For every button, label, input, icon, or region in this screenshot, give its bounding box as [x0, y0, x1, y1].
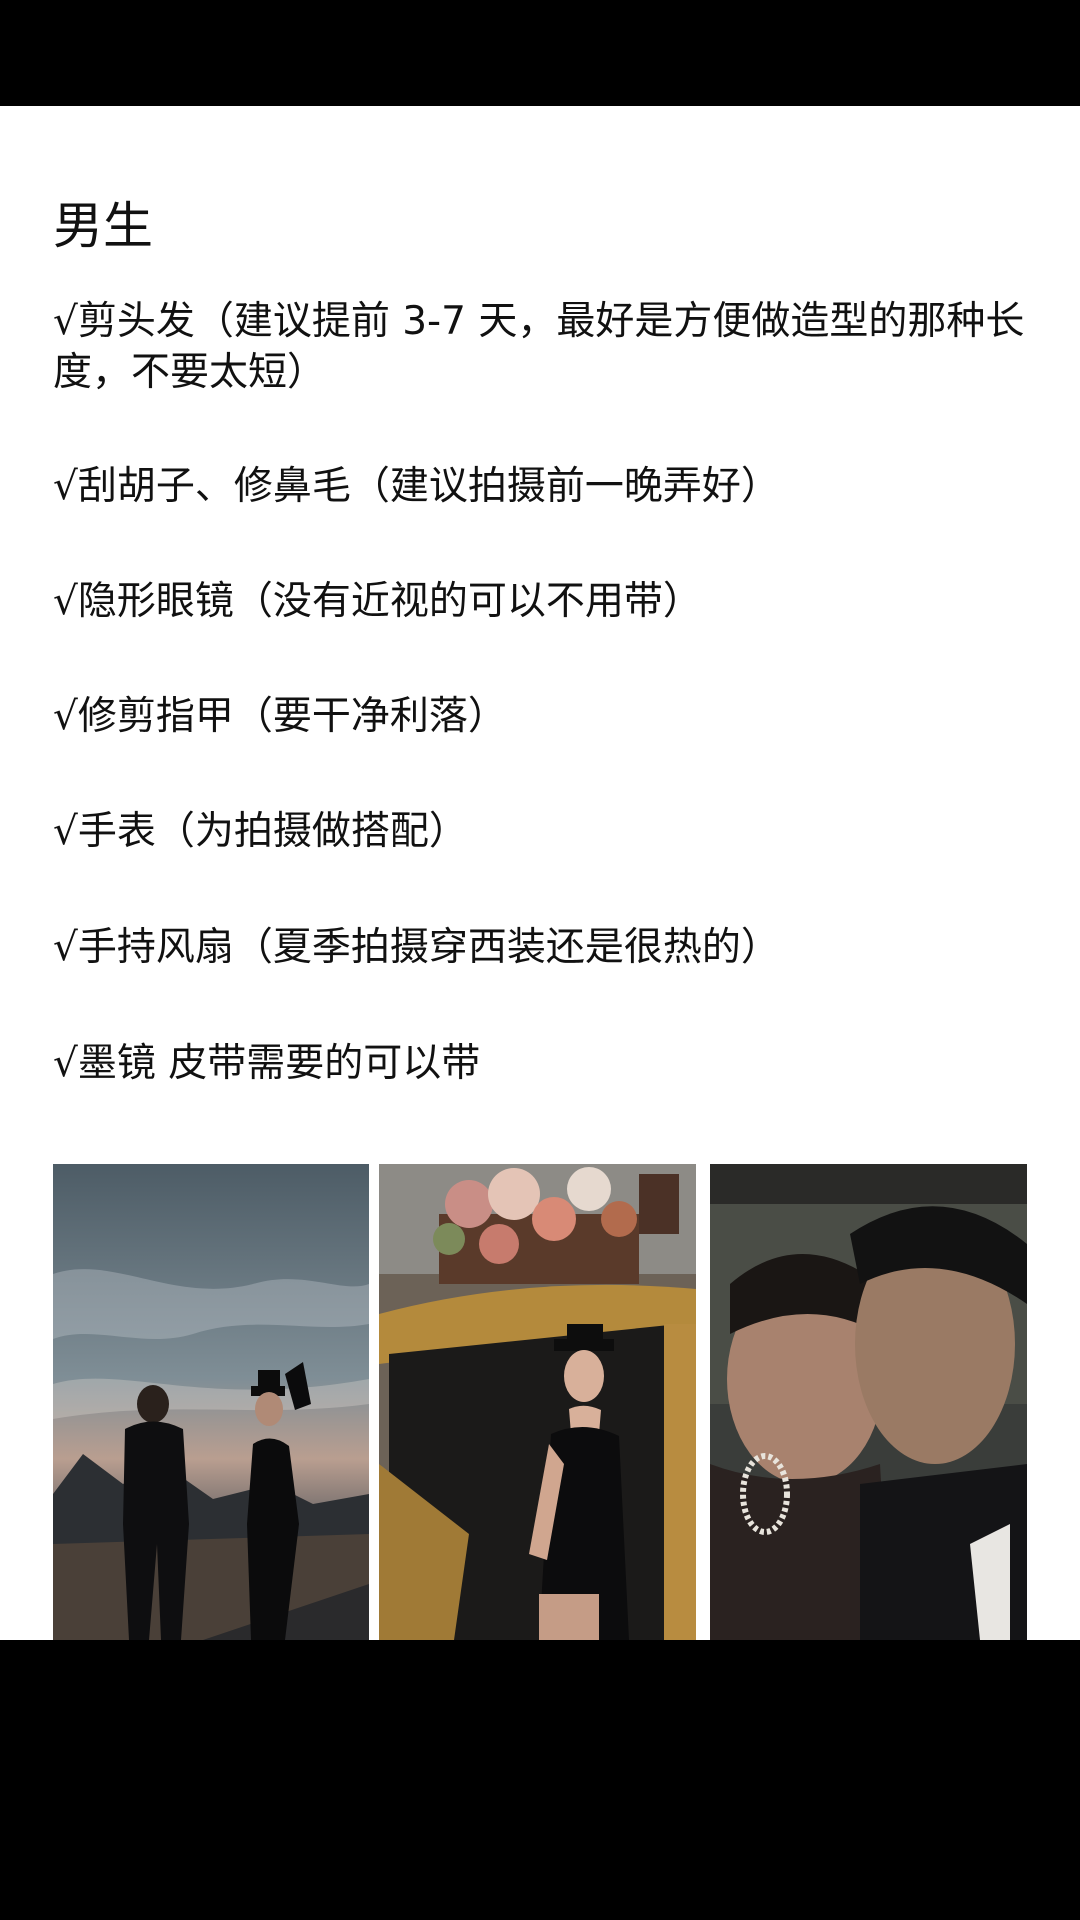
- article-image: 男生 √剪头发（建议提前 3-7 天，最好是方便做造型的那种长度，不要太短） √…: [0, 106, 1080, 1640]
- photo-strip: [53, 1164, 1027, 1640]
- checklist-item-fan: √手持风扇（夏季拍摄穿西装还是很热的）: [53, 925, 780, 970]
- checklist-item-watch: √手表（为拍摄做搭配）: [53, 809, 468, 854]
- checklist-item-nails: √修剪指甲（要干净利落）: [53, 694, 507, 739]
- bottom-black-bar: [0, 1640, 1080, 1920]
- checklist-item-sunglasses-belt: √墨镜 皮带需要的可以带: [53, 1041, 481, 1086]
- checklist-item-shave: √刮胡子、修鼻毛（建议拍摄前一晚弄好）: [53, 464, 780, 509]
- couple-closeup-photo: [710, 1164, 1027, 1640]
- section-heading: 男生: [53, 197, 153, 255]
- couple-walking-road-photo: [53, 1164, 369, 1640]
- woman-in-yellow-car-photo: [379, 1164, 696, 1640]
- checklist-item-haircut: √剪头发（建议提前 3-7 天，最好是方便做造型的那种长度，不要太短）: [53, 299, 1025, 395]
- top-black-bar: [0, 0, 1080, 106]
- checklist-item-contact-lenses: √隐形眼镜（没有近视的可以不用带）: [53, 579, 702, 624]
